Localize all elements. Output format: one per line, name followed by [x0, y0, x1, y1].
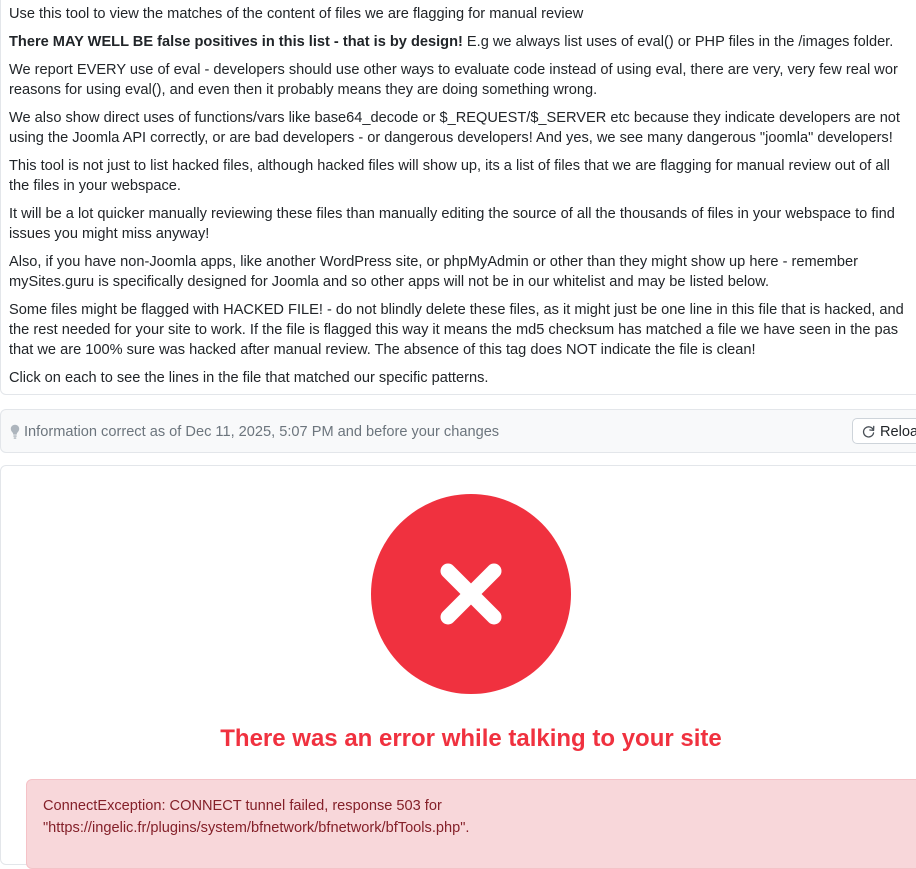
intro-line-6b: issues you might miss anyway!	[9, 226, 210, 242]
lightbulb-icon	[10, 424, 20, 439]
intro-line-2: There MAY WELL BE false positives in thi…	[9, 30, 893, 54]
intro-line-1: Use this tool to view the matches of the…	[9, 6, 584, 22]
error-alert: ConnectException: CONNECT tunnel failed,…	[26, 779, 916, 869]
error-title: There was an error while talking to your…	[220, 725, 722, 752]
info-timestamp-text: Information correct as of Dec 11, 2025, …	[24, 424, 500, 440]
error-message: ConnectException: CONNECT tunnel failed,…	[43, 795, 523, 839]
info-bar: Information correct as of Dec 11, 2025, …	[0, 409, 916, 453]
intro-line-2-rest: E.g we always list uses of eval() or PHP…	[462, 34, 894, 50]
intro-line-8c: that we are 100% sure was hacked after m…	[9, 342, 756, 358]
reload-label: Reload	[880, 424, 916, 440]
x-circle-icon	[371, 494, 571, 694]
error-message-line-1: ConnectException: CONNECT tunnel failed,…	[43, 798, 442, 814]
refresh-icon	[862, 425, 875, 438]
false-positive-warning: There MAY WELL BE false positives in thi…	[9, 34, 463, 50]
reload-button[interactable]: Reload	[852, 418, 916, 444]
intro-line-4b: using the Joomla API correctly, or are b…	[9, 130, 893, 146]
intro-line-3b: reasons for using eval(), and even then …	[9, 82, 598, 98]
intro-line-9: Click on each to see the lines in the fi…	[9, 370, 489, 386]
intro-line-5b: the files in your webspace.	[9, 178, 181, 194]
error-message-line-2: "https://ingelic.fr/plugins/system/bfnet…	[43, 820, 470, 836]
intro-line-7b: mySites.guru is specifically designed fo…	[9, 274, 770, 290]
